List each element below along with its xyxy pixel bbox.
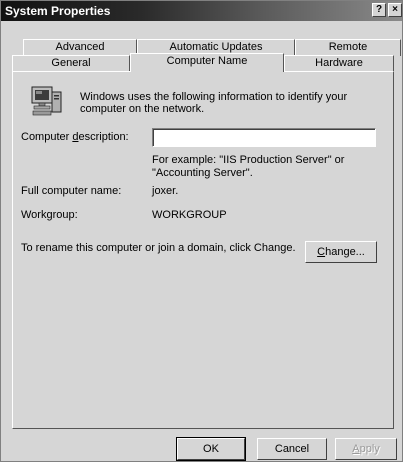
system-properties-window: System Properties ? × Advanced Automatic… — [0, 0, 403, 462]
workgroup-value: WORKGROUP — [152, 209, 227, 221]
tab-general[interactable]: General — [12, 55, 130, 72]
title-bar[interactable]: System Properties ? × — [1, 1, 402, 21]
close-button[interactable]: × — [388, 3, 402, 17]
tab-computer-name[interactable]: Computer Name — [130, 53, 284, 72]
rename-text: To rename this computer or join a domain… — [21, 242, 296, 254]
window-title: System Properties — [5, 4, 111, 18]
tab-advanced[interactable]: Advanced — [23, 39, 137, 56]
intro-text: Windows uses the following information t… — [80, 91, 348, 115]
computer-icon — [31, 86, 62, 116]
example-line-1: For example: "IIS Production Server" or — [152, 154, 345, 166]
tab-remote[interactable]: Remote — [295, 39, 401, 56]
ok-button[interactable]: OK — [176, 437, 246, 461]
help-button[interactable]: ? — [372, 3, 386, 17]
example-line-2: "Accounting Server". — [152, 167, 253, 179]
full-computer-name-value: joxer. — [152, 185, 179, 197]
cancel-button[interactable]: Cancel — [257, 438, 327, 460]
apply-button[interactable]: Apply — [335, 438, 397, 460]
workgroup-label: Workgroup: — [21, 209, 78, 221]
computer-description-label: Computer description: — [21, 131, 129, 143]
computer-description-input[interactable] — [152, 128, 376, 147]
full-computer-name-label: Full computer name: — [21, 185, 122, 197]
tab-hardware[interactable]: Hardware — [284, 55, 394, 72]
change-button[interactable]: Change... — [305, 241, 377, 263]
